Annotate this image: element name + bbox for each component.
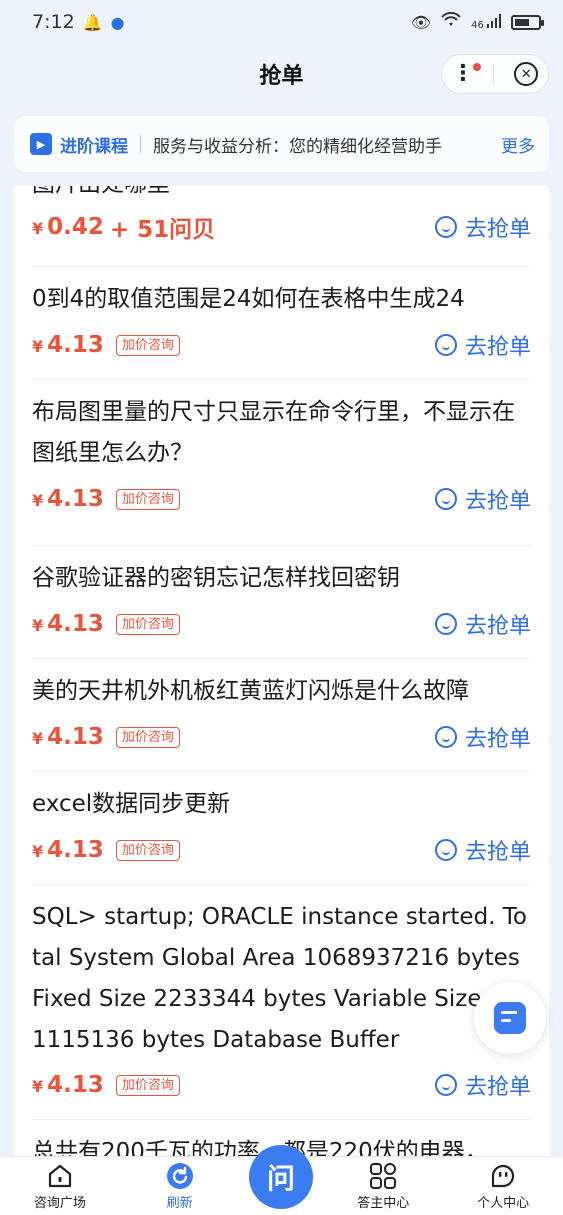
tab-refresh[interactable]: 刷新 [130,1162,230,1211]
course-banner[interactable]: ▶ 进阶课程 服务与收益分析：您的精细化经营助手 更多 [14,116,549,172]
banner-more-link[interactable]: 更多 [501,132,535,157]
floating-chat-button[interactable] [474,982,546,1054]
premium-tag: 加价咨询 [115,726,180,748]
smile-icon [434,839,457,861]
smile-icon [434,613,457,635]
close-icon[interactable]: ✕ [514,62,539,86]
banner-text[interactable]: 服务与收益分析：您的精细化经营助手 [153,132,489,157]
premium-tag: 加价咨询 [115,488,180,510]
status-right: 👁 46 [410,11,544,32]
battery-icon [511,14,544,30]
grab-order-button[interactable]: 去抢单 [434,211,531,243]
list-item[interactable]: 布局图里量的尺寸只显示在命令行里，不显示在图纸里怎么办？ ¥4.13 加价咨询 … [14,380,549,546]
smile-icon [434,1074,457,1096]
signal-icon: 46 [471,13,501,31]
app-indicator-icon: ● [110,12,125,32]
question-text: 布局图里量的尺寸只显示在命令行里，不显示在图纸里怎么办？ [32,399,515,466]
grab-order-button[interactable]: 去抢单 [434,721,531,753]
wifi-icon [441,11,461,32]
notification-bell-icon: 🔔 [82,12,103,32]
list-item[interactable]: 谷歌验证器的密钥忘记怎样找回密钥 ¥4.13 加价咨询 去抢单 [14,546,549,659]
grab-order-button[interactable]: 去抢单 [434,608,531,640]
tab-label: 答主中心 [357,1196,410,1211]
tab-label: 刷新 [166,1196,193,1211]
banner-divider [140,135,141,153]
tab-label: 个人中心 [477,1196,530,1211]
list-item[interactable]: 美的天井机外机板红黄蓝灯闪烁是什么故障 ¥4.13 加价咨询 去抢单 [14,659,549,772]
more-options-icon[interactable]: ⋮ [452,63,481,85]
question-text: excel数据同步更新 [32,791,231,817]
bonus-points: + 51问贝 [109,217,216,243]
grab-order-button[interactable]: 去抢单 [434,834,531,866]
notification-dot [472,63,481,71]
smile-icon [434,216,457,238]
order-list: 图片出处哪里 ¥0.42 + 51问贝 去抢单 0到4的取值范围是24如何在表格… [14,186,549,1156]
grab-order-button[interactable]: 去抢单 [434,483,531,515]
course-label: 进阶课程 [60,136,128,157]
premium-tag: 加价咨询 [115,334,180,356]
tab-personal-center[interactable]: 个人中心 [453,1162,553,1211]
status-left: 7:12 🔔 ● [32,11,125,33]
ask-question-button[interactable]: 问 [249,1145,313,1209]
list-item[interactable]: 0到4的取值范围是24如何在表格中生成24 ¥4.13 加价咨询 去抢单 [14,267,549,380]
eye-icon: 👁 [410,12,432,32]
price: ¥4.13 [32,611,104,637]
capsule-divider [493,64,495,84]
premium-tag: 加价咨询 [115,839,180,861]
price: ¥4.13 [32,332,104,358]
price: ¥4.13 [32,486,104,512]
premium-tag: 加价咨询 [115,613,180,635]
question-text: 美的天井机外机板红黄蓝灯闪烁是什么故障 [32,678,469,704]
smile-icon [434,726,457,748]
question-text: 谷歌验证器的密钥忘记怎样找回密钥 [32,565,400,591]
price: ¥4.13 [32,1072,104,1098]
home-icon [46,1162,74,1190]
status-time: 7:12 [32,11,75,33]
tab-label: 咨询广场 [33,1196,86,1211]
status-bar: 7:12 🔔 ● 👁 46 [0,0,563,44]
chat-icon [494,1002,526,1034]
miniapp-capsule: ⋮ ✕ [441,54,549,94]
list-item[interactable]: excel数据同步更新 ¥4.13 加价咨询 去抢单 [14,772,549,885]
premium-tag: 加价咨询 [115,1074,180,1096]
tab-consult-square[interactable]: 咨询广场 [10,1162,110,1211]
grid-apps-icon [369,1162,397,1190]
refresh-icon [166,1162,194,1190]
smile-icon [434,334,457,356]
network-label: 46 [471,19,484,31]
smile-icon [434,488,457,510]
grab-order-button[interactable]: 去抢单 [434,329,531,361]
price: ¥4.13 [32,724,104,750]
list-item[interactable]: SQL> startup; ORACLE instance started. T… [14,885,549,1120]
grab-order-button[interactable]: 去抢单 [434,1069,531,1101]
user-face-icon [489,1162,517,1190]
question-text: 图片出处哪里 [32,186,531,205]
price: ¥4.13 [32,837,104,863]
question-text: SQL> startup; ORACLE instance started. T… [32,904,528,1053]
page-header: 抢单 ⋮ ✕ [0,44,563,102]
video-course-icon: ▶ [30,133,52,155]
question-text: 0到4的取值范围是24如何在表格中生成24 [32,286,465,312]
tab-answerer-center[interactable]: 答主中心 [333,1162,433,1211]
list-item[interactable]: 图片出处哪里 ¥0.42 + 51问贝 去抢单 [14,186,549,267]
price: ¥0.42 [32,214,104,240]
